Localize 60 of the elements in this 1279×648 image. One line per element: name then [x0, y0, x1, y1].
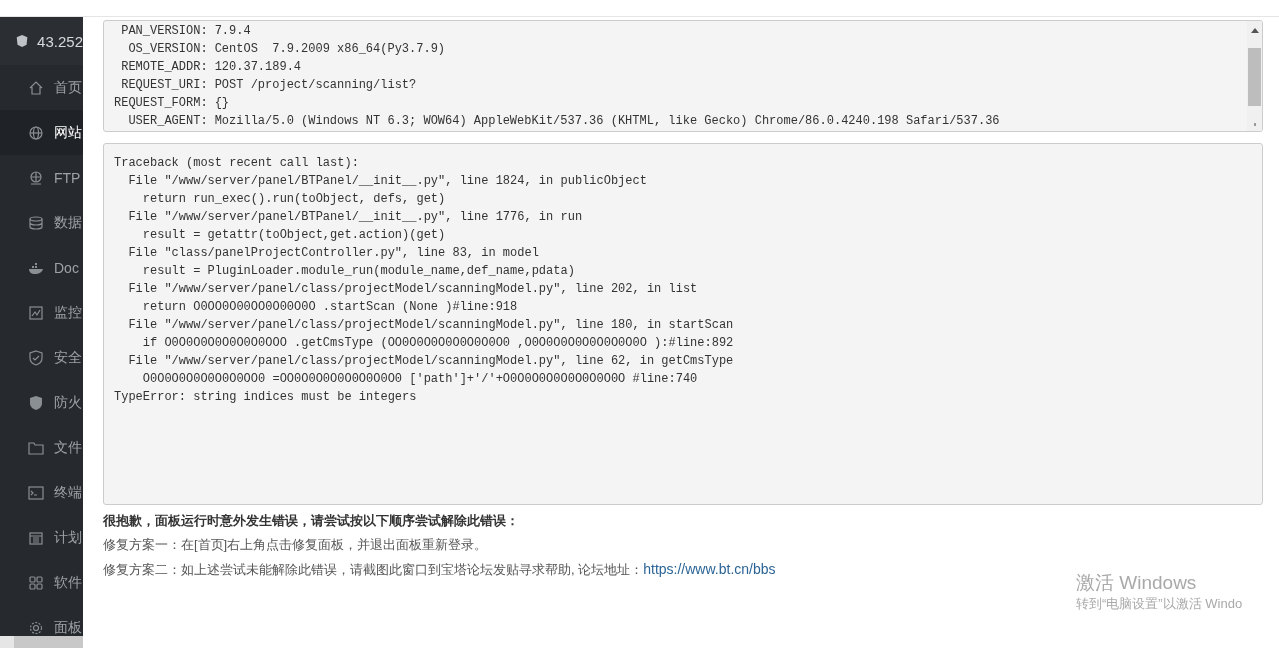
traceback-line: File "/www/server/panel/BTPanel/__init__.py", line 1776, in run [127, 209, 584, 226]
sidebar-item[interactable]: 面板 [0, 605, 83, 648]
forum-link[interactable]: https://www.bt.cn/bbs [643, 561, 776, 577]
server-address: 43.252 [37, 32, 83, 50]
traceback-line: TypeError: string indices must be integers [114, 389, 418, 406]
info-value: CentOS 7.9.2009 x86_64(Py3.7.9) [214, 41, 447, 58]
traceback-line: O0O0O0O0O0O0O0OO0 =OO0O0O0O0O0O0O0O0 ['path']+'/'+O0O0O0O0O0O0O0O0O #line:740 [141, 371, 699, 388]
traceback-line: result = PluginLoader.module_run(module_name,def_name,pdata) [141, 263, 576, 280]
logo-icon [16, 32, 29, 50]
fix-option: 修复方案一：在[首页]右上角点击修复面板，并退出面板重新登录。 [103, 533, 1263, 557]
sidebar-item[interactable]: 首页 [0, 65, 83, 110]
sidebar-item[interactable]: 软件 [0, 560, 83, 605]
globe-icon [28, 124, 44, 141]
traceback-line: File "/www/server/panel/class/projectModel/scanningModel.py", line 202, in list [127, 281, 699, 298]
info-key: REQUEST_URI: [114, 76, 208, 94]
info-value: Mozilla/5.0 (Windows NT 6.3; WOW64) AppleWebKit/537.36 (KHTML, like Gecko) Chrome/86.0.4240.198 Safari/537.36 [214, 113, 1001, 130]
traceback-line: File "class/panelProjectController.py", line 83, in model [127, 245, 540, 262]
sidebar-item[interactable]: 文件 [0, 425, 83, 470]
settings-icon [28, 619, 44, 636]
info-value: 7.9.4 [214, 23, 252, 40]
folder-icon [28, 439, 44, 456]
sidebar-item[interactable]: 终端 [0, 470, 83, 515]
grid-icon [28, 574, 44, 591]
traceback-line: Traceback (most recent call last): [114, 155, 360, 172]
info-key: REQUEST_FORM: [114, 94, 208, 112]
error-heading: 很抱歉，面板运行时意外发生错误，请尝试按以下顺序尝试解除此错误： [103, 512, 520, 530]
traceback-line: File "/www/server/panel/BTPanel/__init__.py", line 1824, in publicObject [127, 173, 648, 190]
sidebar-item[interactable]: Doc [0, 245, 83, 290]
terminal-icon [28, 484, 44, 501]
home-icon [28, 79, 44, 96]
traceback-line: result = getattr(toObject,get.action)(get) [141, 227, 447, 244]
sidebar-item[interactable]: 监控 [0, 290, 83, 335]
sidebar-item[interactable]: 防火 [0, 380, 83, 425]
traceback-line: return run_exec().run(toObject, defs, get) [141, 191, 447, 208]
sidebar-item[interactable]: FTP [0, 155, 83, 200]
info-value: 120.37.189.4 [214, 59, 303, 76]
info-key: OS_VERSION: [114, 40, 208, 58]
shield-icon [28, 394, 44, 411]
activation-subtitle: 转到“电脑设置”以激活 Windo [1076, 595, 1243, 613]
traceback-line: if O0O0O0O0O0O0O0OOO .getCmsType (OO0O0O0O0O0O0O0O0 ,O0O0O0O0O0O0O0O0O ):#line:892 [141, 335, 735, 352]
info-value: POST /project/scanning/list? [214, 77, 418, 94]
sidebar-item[interactable]: 网站 [0, 110, 83, 155]
database-icon [28, 214, 44, 231]
info-value: {} [214, 95, 231, 112]
scroll-up-icon[interactable] [1250, 27, 1259, 33]
scrollbar[interactable] [1247, 21, 1262, 131]
info-key: PAN_VERSION: [114, 22, 208, 40]
sidebar-item[interactable]: 数据 [0, 200, 83, 245]
traceback-line: File "/www/server/panel/class/projectModel/scanningModel.py", line 62, in getCmsType [127, 353, 735, 370]
traceback-line: File "/www/server/panel/class/projectModel/scanningModel.py", line 180, in startScan [127, 317, 735, 334]
sidebar-item[interactable]: 安全 [0, 335, 83, 380]
traceback-line: return O0OO0O00OO0O00O0O .startScan (None )#line:918 [141, 299, 519, 316]
shield-icon [28, 349, 44, 366]
info-key: USER_AGENT: [114, 112, 208, 130]
chart-icon [28, 304, 44, 321]
globe-icon [28, 169, 44, 186]
sidebar-item[interactable]: 计划 [0, 515, 83, 560]
info-key: REMOTE_ADDR: [114, 58, 208, 76]
scrollbar[interactable] [0, 636, 83, 648]
calendar-icon [28, 529, 44, 546]
